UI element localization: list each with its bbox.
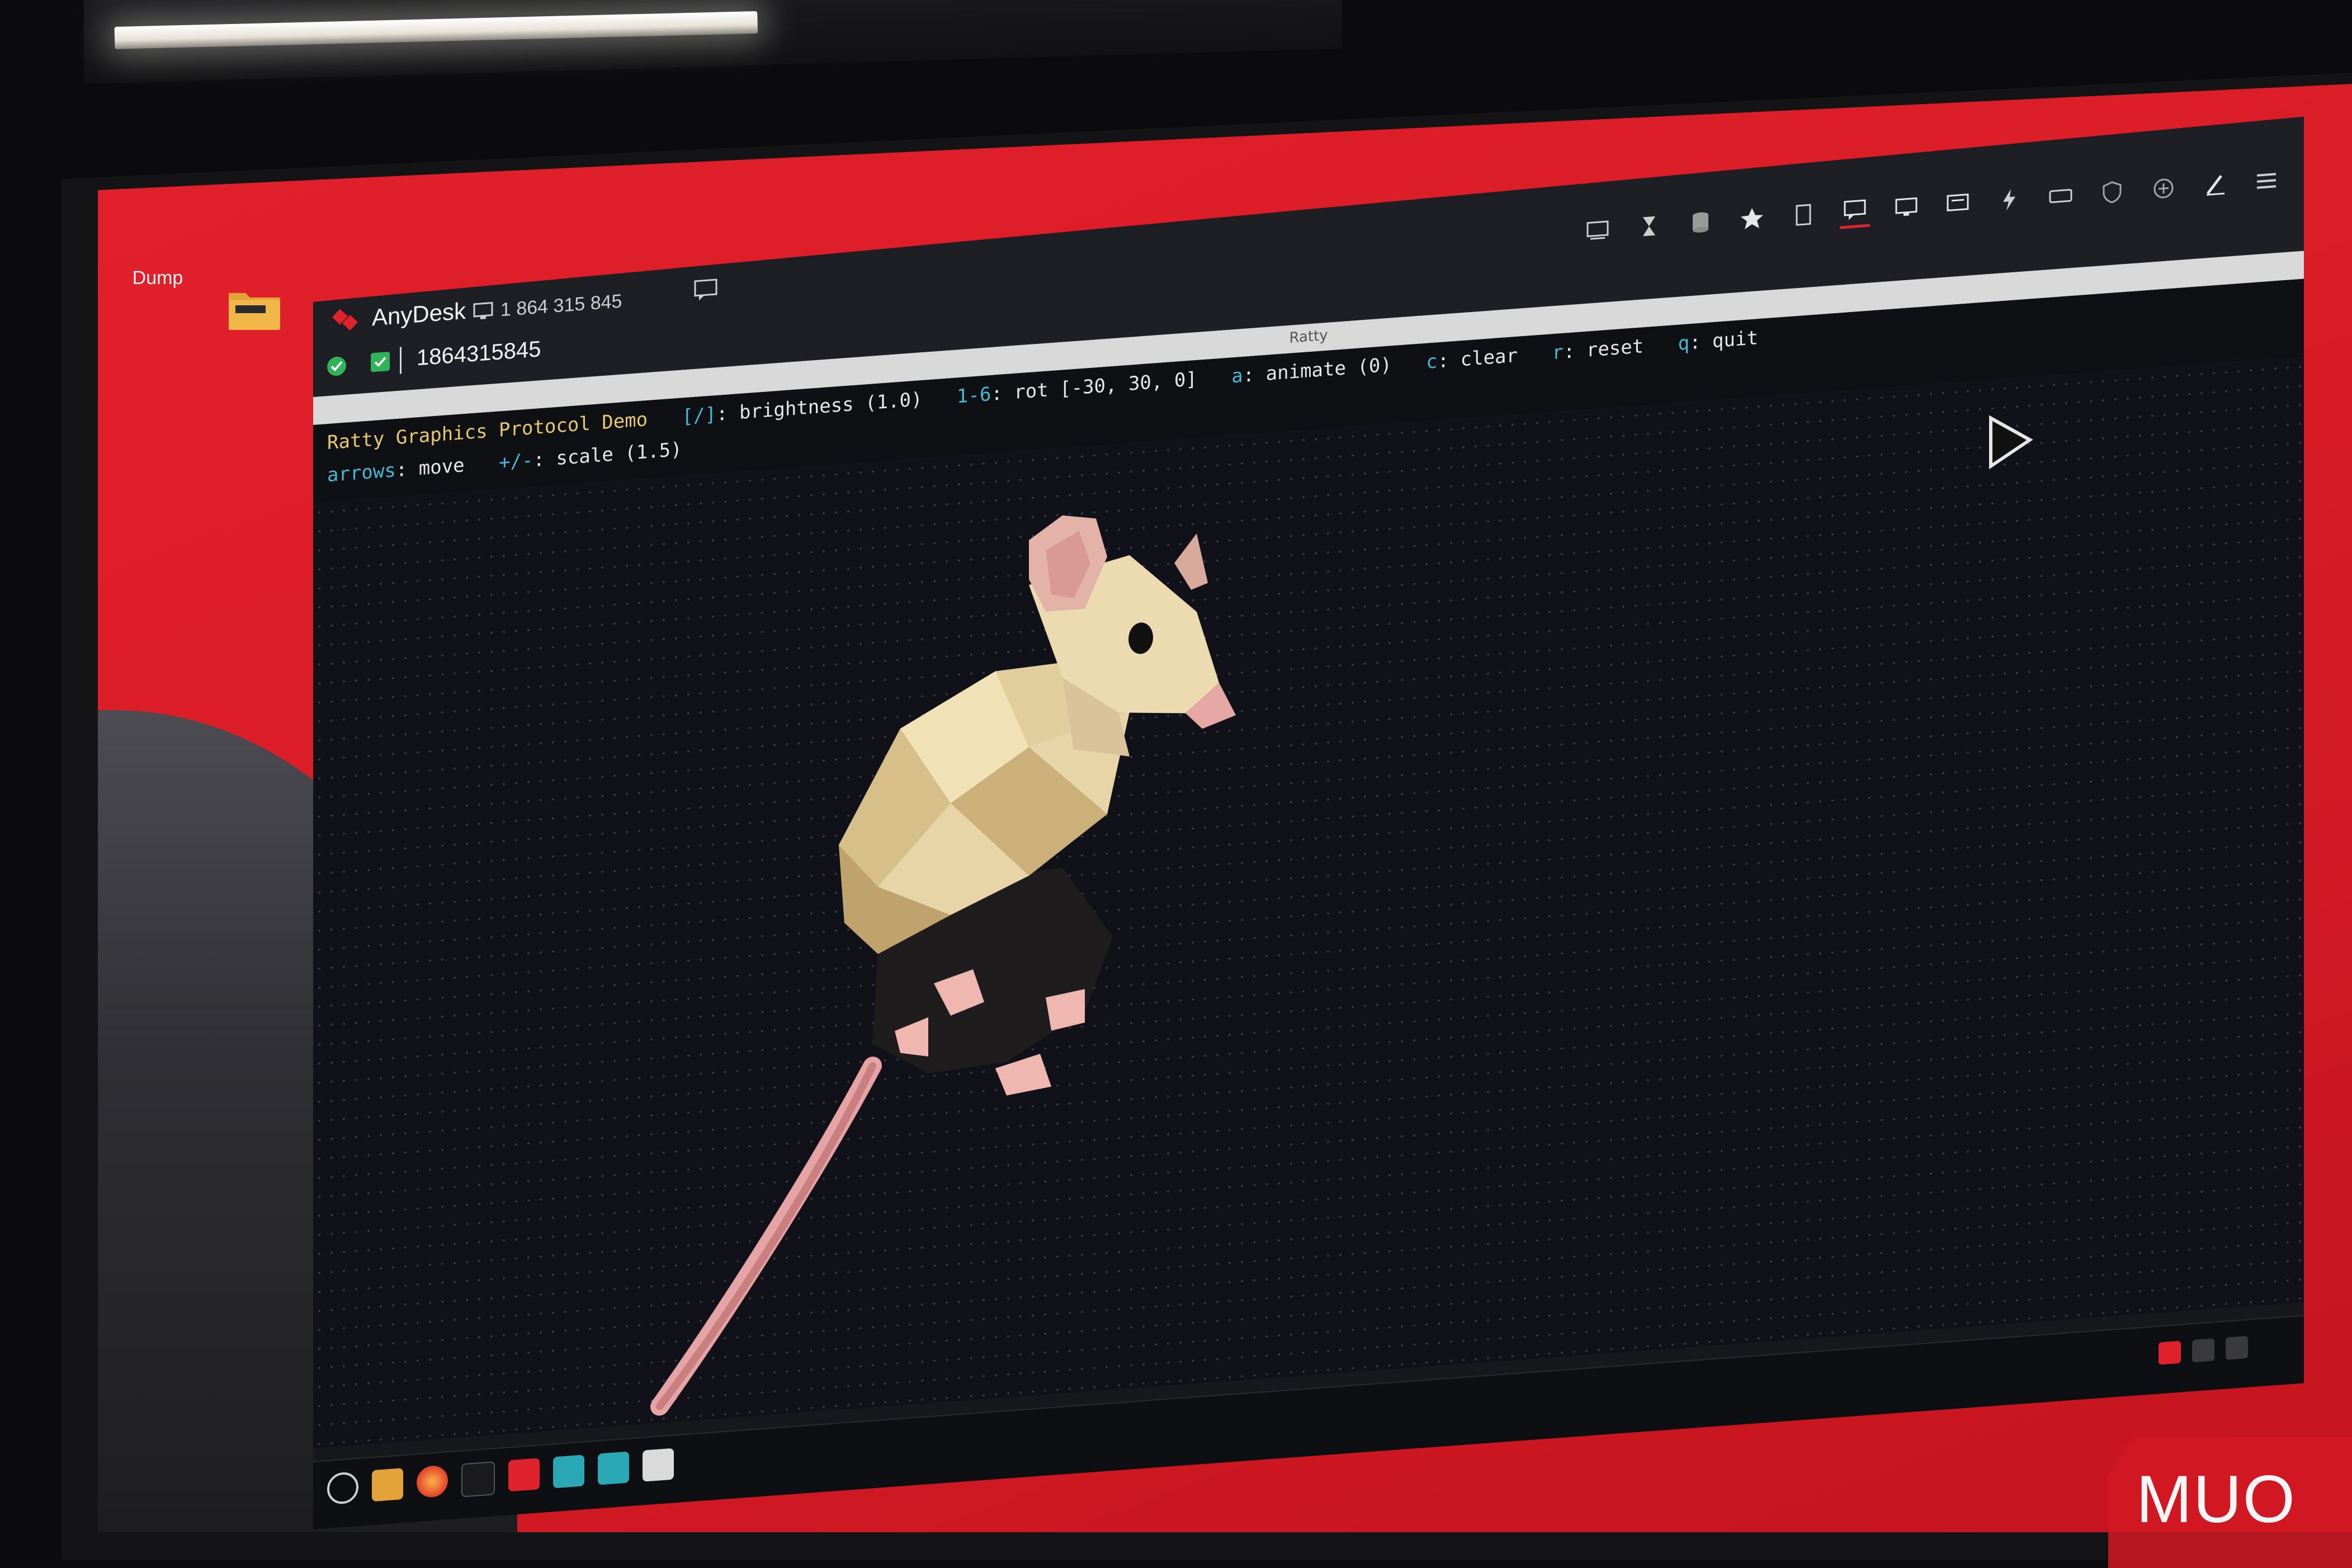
chat-icon[interactable]: [1840, 193, 1870, 229]
shield-icon[interactable]: [2097, 176, 2127, 209]
display-settings-icon[interactable]: [1583, 214, 1613, 246]
system-monitor-icon[interactable]: [553, 1454, 584, 1488]
anydesk-logo-icon: [330, 303, 363, 338]
menu-icon[interactable]: [2251, 165, 2282, 197]
low-poly-mouse-icon: [637, 456, 1420, 1464]
render-canvas[interactable]: [313, 357, 2304, 1448]
taskbar-apps: [327, 1448, 674, 1508]
muo-watermark: MUO: [2108, 1437, 2352, 1568]
anydesk-icon[interactable]: [508, 1458, 540, 1491]
tray-icon[interactable]: [2192, 1338, 2214, 1362]
help-key: r: [1552, 341, 1564, 365]
connected-check-icon: [325, 354, 348, 378]
terminal-icon[interactable]: [461, 1461, 495, 1497]
system-tray: [2159, 1336, 2248, 1365]
session-id[interactable]: 1 864 315 845: [500, 290, 622, 321]
chat-icon[interactable]: [693, 278, 718, 302]
file-icon[interactable]: [1788, 199, 1819, 231]
watermark-text: MUO: [2136, 1462, 2296, 1537]
desktop-icon-label: Dump: [132, 267, 183, 289]
pen-icon[interactable]: [2200, 168, 2230, 201]
system-monitor-2-icon[interactable]: [598, 1452, 629, 1485]
help-key: c: [1426, 350, 1438, 374]
keyboard-icon[interactable]: [2046, 180, 2076, 212]
lightning-icon[interactable]: [1994, 183, 2024, 216]
star-icon[interactable]: [1737, 202, 1767, 235]
app-name: AnyDesk: [372, 297, 466, 331]
address-field[interactable]: 1864315845: [417, 337, 541, 371]
folder-icon: [229, 293, 280, 330]
help-desc: : move: [395, 454, 465, 482]
help-desc: : brightness (1.0): [716, 388, 923, 426]
help-key: 1-6: [956, 382, 991, 408]
menu-icon[interactable]: [327, 1471, 358, 1505]
help-key: [/]: [682, 403, 716, 428]
files-icon[interactable]: [372, 1468, 403, 1501]
monitor-icon[interactable]: [1891, 191, 1921, 224]
tray-app-icon[interactable]: [2159, 1341, 2181, 1365]
help-desc: : quit: [1689, 327, 1758, 355]
help-desc: : scale (1.5): [533, 438, 682, 472]
desktop-icon-dump[interactable]: [224, 285, 285, 336]
anydesk-window: AnyDesk 1 864 315 845 1864315845 Ratty R…: [313, 117, 2304, 1529]
help-key: q: [1678, 332, 1690, 355]
screen-share-icon[interactable]: [1943, 187, 1973, 220]
firefox-icon[interactable]: [417, 1465, 448, 1498]
help-desc: : clear: [1437, 344, 1518, 373]
verified-check-icon: [369, 350, 391, 374]
hourglass-icon[interactable]: [1634, 210, 1664, 243]
settings-icon[interactable]: [643, 1448, 674, 1482]
help-desc: : reset: [1563, 335, 1644, 363]
help-key: arrows: [327, 459, 396, 487]
help-key: a: [1231, 364, 1243, 388]
help-desc: : animate (0): [1243, 353, 1392, 387]
plus-icon[interactable]: [2148, 172, 2179, 205]
monitor-icon: [473, 301, 494, 322]
help-desc: : rot [-30, 30, 0]: [991, 367, 1197, 405]
database-icon[interactable]: [1685, 206, 1716, 239]
address-separator: [400, 347, 402, 374]
help-key: +/-: [499, 449, 533, 474]
mouse-cursor-icon: [1985, 410, 2035, 470]
tray-icon[interactable]: [2226, 1336, 2248, 1360]
